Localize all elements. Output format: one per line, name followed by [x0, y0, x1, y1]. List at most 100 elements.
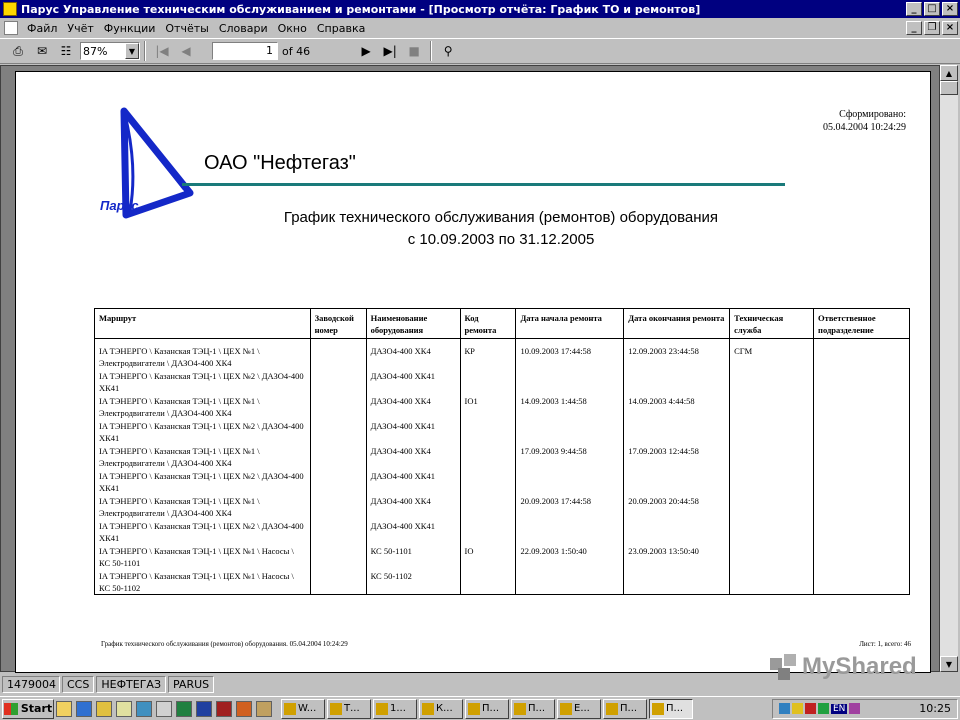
cell-route: IA ТЭНЕРГО \ Казанская ТЭЦ-1 \ ЦЕХ №1 \ …: [94, 444, 311, 469]
menu-bar: Файл Учёт Функции Отчёты Словари Окно Сп…: [0, 18, 960, 38]
status-organization: НЕФТЕГАЗ: [96, 675, 166, 693]
cell-equipment: ДАЗО4-400 ХК4: [365, 444, 461, 469]
start-button[interactable]: Start: [2, 698, 54, 719]
cell-department: [813, 569, 910, 595]
report-viewport[interactable]: Парус ОАО "Нефтегаз" Сформировано: 05.04…: [0, 65, 940, 673]
cell-serial: [309, 338, 367, 369]
task-icon: [330, 702, 342, 715]
quicklaunch-explorer-icon[interactable]: [116, 700, 132, 717]
task-label: К...: [436, 703, 453, 714]
tray-volume-icon[interactable]: [792, 703, 803, 714]
taskbar: Start W... Т... 1... К... П... П... E...…: [0, 696, 960, 720]
document-icon[interactable]: [4, 21, 18, 35]
task-button-2[interactable]: Т...: [327, 698, 371, 719]
minimize-button[interactable]: _: [906, 2, 922, 16]
status-system: CCS: [62, 675, 95, 693]
cell-end-date: [623, 369, 731, 394]
cell-equipment: ДАЗО4-400 ХК4: [365, 494, 461, 519]
binoculars-icon[interactable]: ⚲: [439, 42, 457, 60]
task-button-5[interactable]: П...: [465, 698, 509, 719]
doc-close-button[interactable]: ×: [942, 21, 958, 35]
task-button-4[interactable]: К...: [419, 698, 463, 719]
cell-service: [729, 369, 815, 394]
tray-misc-icon[interactable]: [849, 703, 861, 714]
cell-service: [729, 519, 815, 544]
menu-help[interactable]: Справка: [312, 22, 370, 35]
cell-route: IA ТЭНЕРГО \ Казанская ТЭЦ-1 \ ЦЕХ №1 \ …: [94, 494, 311, 519]
last-page-icon[interactable]: ▶|: [381, 42, 399, 60]
quicklaunch-outlook-icon[interactable]: [96, 700, 112, 717]
doc-minimize-button[interactable]: _: [906, 21, 922, 35]
vertical-scrollbar[interactable]: ▲ ▼: [940, 65, 958, 672]
menu-dictionaries[interactable]: Словари: [214, 22, 273, 35]
cell-serial: [309, 569, 367, 595]
next-page-icon[interactable]: ▶: [357, 42, 375, 60]
zoom-select[interactable]: 87% ▼: [80, 42, 140, 60]
prev-page-icon[interactable]: ◀: [177, 42, 195, 60]
quicklaunch-powerpoint-icon[interactable]: [236, 700, 252, 717]
cell-equipment: ДАЗО4-400 ХК4: [365, 394, 461, 419]
cell-repair-code: [459, 494, 517, 519]
clock: 10:25: [919, 702, 951, 715]
tray-network-icon[interactable]: [779, 703, 790, 714]
maximize-button[interactable]: □: [924, 2, 940, 16]
scroll-up-icon[interactable]: ▲: [940, 65, 958, 81]
page-number-input[interactable]: 1: [212, 42, 278, 60]
cell-department: [813, 338, 910, 369]
task-button-3[interactable]: 1...: [373, 698, 417, 719]
task-button-7[interactable]: E...: [557, 698, 601, 719]
export-icon[interactable]: ✉: [33, 42, 51, 60]
tray-app-icon[interactable]: [818, 703, 829, 714]
cell-service: [729, 469, 815, 494]
menu-window[interactable]: Окно: [273, 22, 312, 35]
quicklaunch-desktop-icon[interactable]: [56, 700, 72, 717]
cell-repair-code: [459, 369, 517, 394]
tray-antivirus-icon[interactable]: [805, 703, 816, 714]
quicklaunch-word-icon[interactable]: [196, 700, 212, 717]
doc-restore-button[interactable]: ❐: [924, 21, 940, 35]
print-icon[interactable]: ⎙: [9, 42, 27, 60]
page-setup-icon[interactable]: ☷: [57, 42, 75, 60]
task-button-9[interactable]: П...: [649, 698, 693, 719]
task-button-1[interactable]: W...: [281, 698, 325, 719]
cell-equipment: КС 50-1101: [365, 544, 461, 569]
task-button-8[interactable]: П...: [603, 698, 647, 719]
table-row: IA ТЭНЕРГО \ Казанская ТЭЦ-1 \ ЦЕХ №1 \ …: [94, 569, 910, 595]
cell-start-date: 10.09.2003 17:44:58: [515, 338, 625, 369]
report-table: Маршрут Заводской номер Наименование обо…: [94, 308, 910, 595]
menu-accounting[interactable]: Учёт: [62, 22, 98, 35]
first-page-icon[interactable]: |◀: [153, 42, 171, 60]
menu-functions[interactable]: Функции: [99, 22, 161, 35]
cell-equipment: ДАЗО4-400 ХК41: [365, 519, 461, 544]
task-button-6[interactable]: П...: [511, 698, 555, 719]
col-serial: Заводской номер: [309, 308, 367, 339]
cell-start-date: [515, 419, 625, 444]
quicklaunch-app-icon[interactable]: [136, 700, 152, 717]
cell-route: IA ТЭНЕРГО \ Казанская ТЭЦ-1 \ ЦЕХ №2 \ …: [94, 519, 311, 544]
menu-file[interactable]: Файл: [22, 22, 62, 35]
quicklaunch-misc-icon[interactable]: [256, 700, 272, 717]
tray-language-indicator[interactable]: EN: [831, 703, 848, 714]
scroll-down-icon[interactable]: ▼: [940, 656, 958, 672]
cell-start-date: 14.09.2003 1:44:58: [515, 394, 625, 419]
cell-repair-code: [459, 444, 517, 469]
chevron-down-icon[interactable]: ▼: [125, 43, 139, 59]
col-end-date: Дата окончания ремонта: [623, 308, 731, 339]
cell-service: [729, 444, 815, 469]
scroll-thumb[interactable]: [940, 81, 958, 95]
toolbar-separator: [430, 41, 433, 61]
cell-serial: [309, 394, 367, 419]
close-button[interactable]: ×: [942, 2, 958, 16]
cell-end-date: 23.09.2003 13:50:40: [623, 544, 731, 569]
quicklaunch-excel-icon[interactable]: [176, 700, 192, 717]
toolbar-separator: [144, 41, 146, 61]
quicklaunch-calc-icon[interactable]: [156, 700, 172, 717]
table-row: IA ТЭНЕРГО \ Казанская ТЭЦ-1 \ ЦЕХ №2 \ …: [94, 369, 910, 394]
quicklaunch-ie-icon[interactable]: [76, 700, 92, 717]
menu-reports[interactable]: Отчёты: [160, 22, 213, 35]
organization-name: ОАО "Нефтегаз": [204, 152, 356, 174]
stop-icon[interactable]: ■: [405, 42, 423, 60]
cell-start-date: 22.09.2003 1:50:40: [515, 544, 625, 569]
table-row: IA ТЭНЕРГО \ Казанская ТЭЦ-1 \ ЦЕХ №1 \ …: [94, 394, 910, 419]
quicklaunch-access-icon[interactable]: [216, 700, 232, 717]
